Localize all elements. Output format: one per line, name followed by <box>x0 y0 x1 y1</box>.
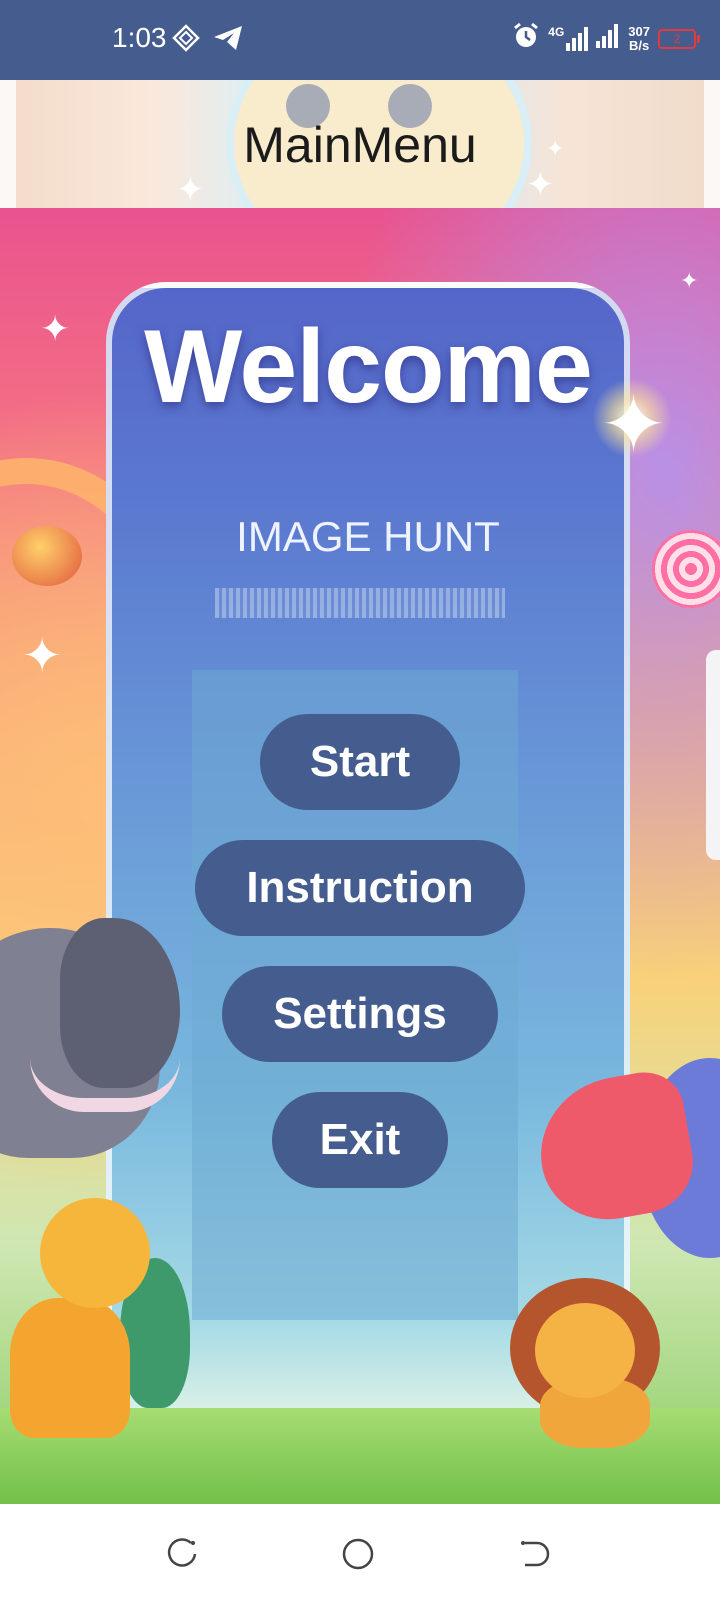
exit-button[interactable]: Exit <box>272 1092 448 1188</box>
star-icon: ✦ <box>40 308 71 349</box>
speed-unit: B/s <box>629 37 650 53</box>
signal-4g-icon: 4G <box>548 24 589 51</box>
blurred-caption <box>215 588 505 618</box>
network-type: 4G <box>548 24 565 39</box>
star-icon: ✦ <box>22 630 63 683</box>
navigation-diamond-icon <box>172 24 200 57</box>
status-bar: 1:03 4G 307 B/s 2 <box>0 0 720 80</box>
game-title: IMAGE HUNT <box>236 513 500 560</box>
signal-bars-icon <box>596 24 620 53</box>
system-nav-bar <box>0 1504 720 1600</box>
telegram-icon <box>212 24 244 57</box>
edge-panel-handle[interactable] <box>706 650 720 860</box>
star-icon: ✦ <box>680 268 699 293</box>
speed-value: 307 <box>628 23 650 39</box>
status-time: 1:03 <box>112 22 167 53</box>
giraffe-body <box>10 1298 130 1438</box>
battery-level: 2 <box>673 31 681 46</box>
lollipop-decoration <box>652 530 720 608</box>
start-button[interactable]: Start <box>260 714 460 810</box>
instruction-button[interactable]: Instruction <box>195 840 525 936</box>
battery-low-icon: 2 <box>658 28 700 49</box>
lion-face <box>535 1303 635 1398</box>
back-icon[interactable] <box>514 1534 554 1574</box>
main-menu-background: ✦ ✦ ✦ ✦ Welcome IMAGE HUNT Start Instruc… <box>0 208 720 1504</box>
alarm-icon <box>512 22 540 55</box>
welcome-heading: Welcome <box>144 309 593 425</box>
giraffe <box>40 1198 150 1308</box>
settings-button[interactable]: Settings <box>222 966 498 1062</box>
home-icon[interactable] <box>338 1534 378 1574</box>
network-speed: 307 B/s <box>628 23 650 53</box>
recent-apps-icon[interactable] <box>162 1534 202 1574</box>
app-header: ✦ ✦ ✦ MainMenu <box>0 80 720 208</box>
page-title: MainMenu <box>243 117 477 173</box>
candy-decoration <box>12 526 82 586</box>
